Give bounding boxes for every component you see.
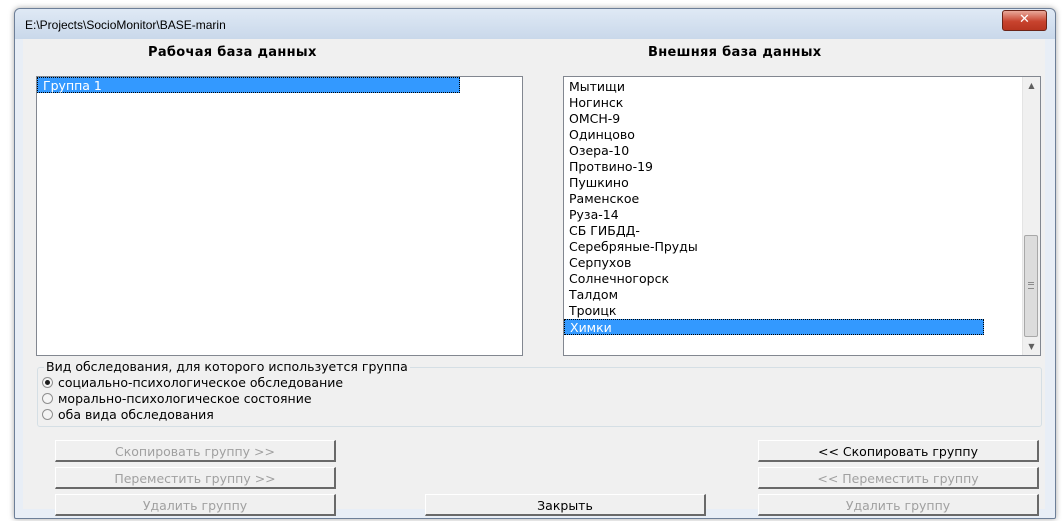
list-item[interactable]: СБ ГИБДД- <box>564 223 1040 239</box>
radio-label: оба вида обследования <box>58 407 214 422</box>
list-item[interactable]: Мытищи <box>564 79 1040 95</box>
radio-option-socio-psych[interactable]: социально-психологическое обследование <box>42 375 343 391</box>
radio-option-moral-psych[interactable]: морально-психологическое состояние <box>42 391 312 407</box>
survey-type-legend: Вид обследования, для которого используе… <box>44 359 410 374</box>
radio-label: морально-психологическое состояние <box>58 391 312 406</box>
external-db-heading: Внешняя база данных <box>648 45 822 60</box>
list-item[interactable]: Талдом <box>564 287 1040 303</box>
list-item[interactable]: Солнечногорск <box>564 271 1040 287</box>
move-group-right-button[interactable]: Переместить группу >> <box>55 467 336 489</box>
list-item[interactable]: Троицк <box>564 303 1040 319</box>
radio-label: социально-психологическое обследование <box>58 375 344 390</box>
dialog-window: E:\Projects\SocioMonitor\BASE-marin ✕ Ра… <box>14 8 1056 519</box>
copy-group-right-button[interactable]: Скопировать группу >> <box>55 440 336 462</box>
list-item[interactable]: Ногинск <box>564 95 1040 111</box>
title-bar: E:\Projects\SocioMonitor\BASE-marin ✕ <box>15 9 1055 39</box>
list-item[interactable]: Химки <box>564 319 984 335</box>
radio-button-icon[interactable] <box>42 393 53 404</box>
survey-type-groupbox: Вид обследования, для которого используе… <box>37 359 1042 427</box>
list-item[interactable]: Протвино-19 <box>564 159 1040 175</box>
external-db-list: Мытищи Ногинск ОМСН-9 Одинцово Озера-10 Протв… <box>564 77 1040 335</box>
list-item[interactable]: ОМСН-9 <box>564 111 1040 127</box>
list-item[interactable]: Группа 1 <box>37 77 460 93</box>
close-button[interactable]: Закрыть <box>425 494 706 516</box>
list-item[interactable]: Озера-10 <box>564 143 1040 159</box>
list-item[interactable]: Одинцово <box>564 127 1040 143</box>
window-title: E:\Projects\SocioMonitor\BASE-marin <box>25 18 226 32</box>
vertical-scrollbar[interactable]: ▲ ▼ <box>1022 77 1040 355</box>
list-item[interactable]: Раменское <box>564 191 1040 207</box>
scroll-down-icon[interactable]: ▼ <box>1023 338 1040 355</box>
scroll-up-icon[interactable]: ▲ <box>1023 77 1040 94</box>
working-db-listbox[interactable]: Группа 1 <box>36 76 523 356</box>
working-db-heading: Рабочая база данных <box>148 45 317 60</box>
radio-button-icon[interactable] <box>42 377 53 388</box>
close-window-button[interactable]: ✕ <box>1002 10 1047 31</box>
external-db-listbox[interactable]: Мытищи Ногинск ОМСН-9 Одинцово Озера-10 Протв… <box>563 76 1041 356</box>
list-item[interactable]: Серебряные-Пруды <box>564 239 1040 255</box>
radio-button-icon[interactable] <box>42 409 53 420</box>
list-item[interactable]: Руза-14 <box>564 207 1040 223</box>
list-item[interactable]: Серпухов <box>564 255 1040 271</box>
close-icon: ✕ <box>1019 12 1030 27</box>
move-group-left-button[interactable]: << Переместить группу <box>758 467 1039 489</box>
copy-group-left-button[interactable]: << Скопировать группу <box>758 440 1039 462</box>
delete-group-right-button[interactable]: Удалить группу <box>758 494 1039 516</box>
working-db-list: Группа 1 <box>37 77 522 93</box>
scrollbar-thumb[interactable] <box>1024 235 1038 337</box>
list-item[interactable]: Пушкино <box>564 175 1040 191</box>
dialog-client-area: Рабочая база данных Внешняя база данных … <box>23 39 1045 516</box>
delete-group-left-button[interactable]: Удалить группу <box>55 494 336 516</box>
scrollbar-grip-icon <box>1028 282 1034 289</box>
radio-option-both[interactable]: оба вида обследования <box>42 407 214 423</box>
